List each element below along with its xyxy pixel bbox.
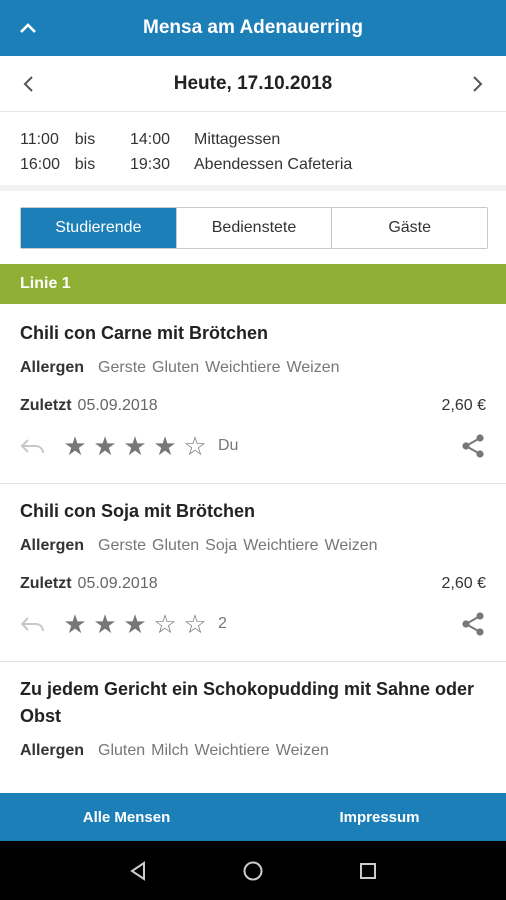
allergen-item: Weichtiere — [194, 742, 270, 759]
star-filled-icon[interactable]: ★ — [150, 432, 180, 460]
last-served-date: 05.09.2018 — [77, 575, 158, 592]
home-circle-icon[interactable] — [240, 858, 266, 884]
star-empty-icon[interactable]: ☆ — [150, 610, 180, 638]
allergen-item: Gerste — [98, 359, 147, 376]
back-triangle-icon[interactable] — [125, 858, 151, 884]
share-icon[interactable] — [460, 611, 486, 637]
hours-to: 19:30 — [129, 156, 170, 173]
rating-count: Du — [218, 437, 239, 454]
bottom-bar: Alle Mensen Impressum — [0, 793, 506, 841]
allergen-label: Allergen — [20, 359, 85, 376]
hours-from: 11:00 — [20, 131, 59, 148]
system-navigation-bar — [0, 841, 506, 900]
chevron-up-icon[interactable] — [14, 14, 42, 42]
share-icon[interactable] — [460, 433, 486, 459]
meal-card: Chili con Soja mit Brötchen Allergen Ger… — [0, 484, 506, 662]
star-filled-icon[interactable]: ★ — [60, 610, 90, 638]
allergen-item: Weizen — [275, 742, 329, 759]
rating-row: ★ ★ ★ ★ ☆ Du — [20, 431, 486, 461]
tab-bedienstete[interactable]: Bedienstete — [177, 208, 333, 248]
undo-icon[interactable] — [20, 612, 48, 636]
last-served-label: Zuletzt — [20, 575, 72, 592]
meal-card: Zu jedem Gericht ein Schokopudding mit S… — [0, 662, 506, 793]
allergen-item: Weichtiere — [205, 359, 281, 376]
allergen-row: Allergen Gerste Gluten Soja Weichtiere W… — [20, 537, 486, 555]
allergen-row: Allergen Gluten Milch Weichtiere Weizen — [20, 742, 486, 760]
line-header: Linie 1 — [0, 264, 506, 304]
star-empty-icon[interactable]: ☆ — [180, 432, 210, 460]
star-empty-icon[interactable]: ☆ — [180, 610, 210, 638]
allergen-item: Milch — [151, 742, 189, 759]
allergen-item: Gluten — [152, 537, 200, 554]
app-header: Mensa am Adenauerring — [0, 0, 506, 56]
star-rating[interactable]: ★ ★ ★ ★ ☆ — [60, 432, 210, 460]
allergen-item: Gluten — [98, 742, 146, 759]
star-filled-icon[interactable]: ★ — [60, 432, 90, 460]
hours-from: 16:00 — [20, 156, 61, 173]
undo-icon[interactable] — [20, 434, 48, 458]
allergen-item: Soja — [205, 537, 238, 554]
allergen-item: Weichtiere — [243, 537, 319, 554]
allergen-label: Allergen — [20, 742, 85, 759]
last-served-row: Zuletzt 05.09.2018 2,60 € — [20, 575, 486, 593]
chevron-right-icon[interactable] — [464, 70, 492, 98]
meal-price: 2,60 € — [441, 575, 486, 592]
allergen-item: Gerste — [98, 537, 147, 554]
recents-square-icon[interactable] — [355, 858, 381, 884]
allergen-row: Allergen Gerste Gluten Weichtiere Weizen — [20, 359, 486, 377]
meal-name: Zu jedem Gericht ein Schokopudding mit S… — [20, 679, 475, 726]
last-served-label: Zuletzt — [20, 397, 72, 414]
allergen-item: Weizen — [324, 537, 378, 554]
tab-gaeste[interactable]: Gäste — [332, 208, 487, 248]
hours-sep: bis — [74, 156, 96, 173]
hours-sep: bis — [74, 131, 96, 148]
meal-name: Chili con Carne mit Brötchen — [20, 323, 269, 343]
hours-row: 16:00 bis 19:30 Abendessen Cafeteria — [20, 152, 486, 177]
star-filled-icon[interactable]: ★ — [120, 610, 150, 638]
page-title: Mensa am Adenauerring — [143, 17, 363, 38]
star-filled-icon[interactable]: ★ — [90, 432, 120, 460]
hours-to: 14:00 — [129, 131, 170, 148]
allergen-item: Gluten — [152, 359, 200, 376]
meal-name: Chili con Soja mit Brötchen — [20, 501, 256, 521]
allergen-label: Allergen — [20, 537, 85, 554]
date-navigation: Heute, 17.10.2018 — [0, 56, 506, 112]
hours-label: Abendessen Cafeteria — [194, 156, 353, 173]
hours-row: 11:00 bis 14:00 Mittagessen — [20, 127, 486, 152]
star-filled-icon[interactable]: ★ — [90, 610, 120, 638]
tab-studierende[interactable]: Studierende — [21, 208, 177, 248]
chevron-left-icon[interactable] — [14, 70, 42, 98]
rating-count: 2 — [218, 615, 227, 632]
last-served-row: Zuletzt 05.09.2018 2,60 € — [20, 397, 486, 415]
allergen-item: Weizen — [286, 359, 340, 376]
star-filled-icon[interactable]: ★ — [120, 432, 150, 460]
imprint-button[interactable]: Impressum — [253, 793, 506, 841]
star-rating[interactable]: ★ ★ ★ ☆ ☆ — [60, 610, 210, 638]
meal-price: 2,60 € — [441, 397, 486, 414]
all-canteens-button[interactable]: Alle Mensen — [0, 793, 253, 841]
last-served-date: 05.09.2018 — [77, 397, 158, 414]
meal-card: Chili con Carne mit Brötchen Allergen Ge… — [0, 304, 506, 484]
current-date: Heute, 17.10.2018 — [173, 72, 333, 94]
price-group-tabs: Studierende Bedienstete Gäste — [20, 207, 488, 249]
opening-hours: 11:00 bis 14:00 Mittagessen 16:00 bis 19… — [0, 113, 506, 191]
hours-label: Mittagessen — [194, 131, 281, 148]
rating-row: ★ ★ ★ ☆ ☆ 2 — [20, 609, 486, 639]
